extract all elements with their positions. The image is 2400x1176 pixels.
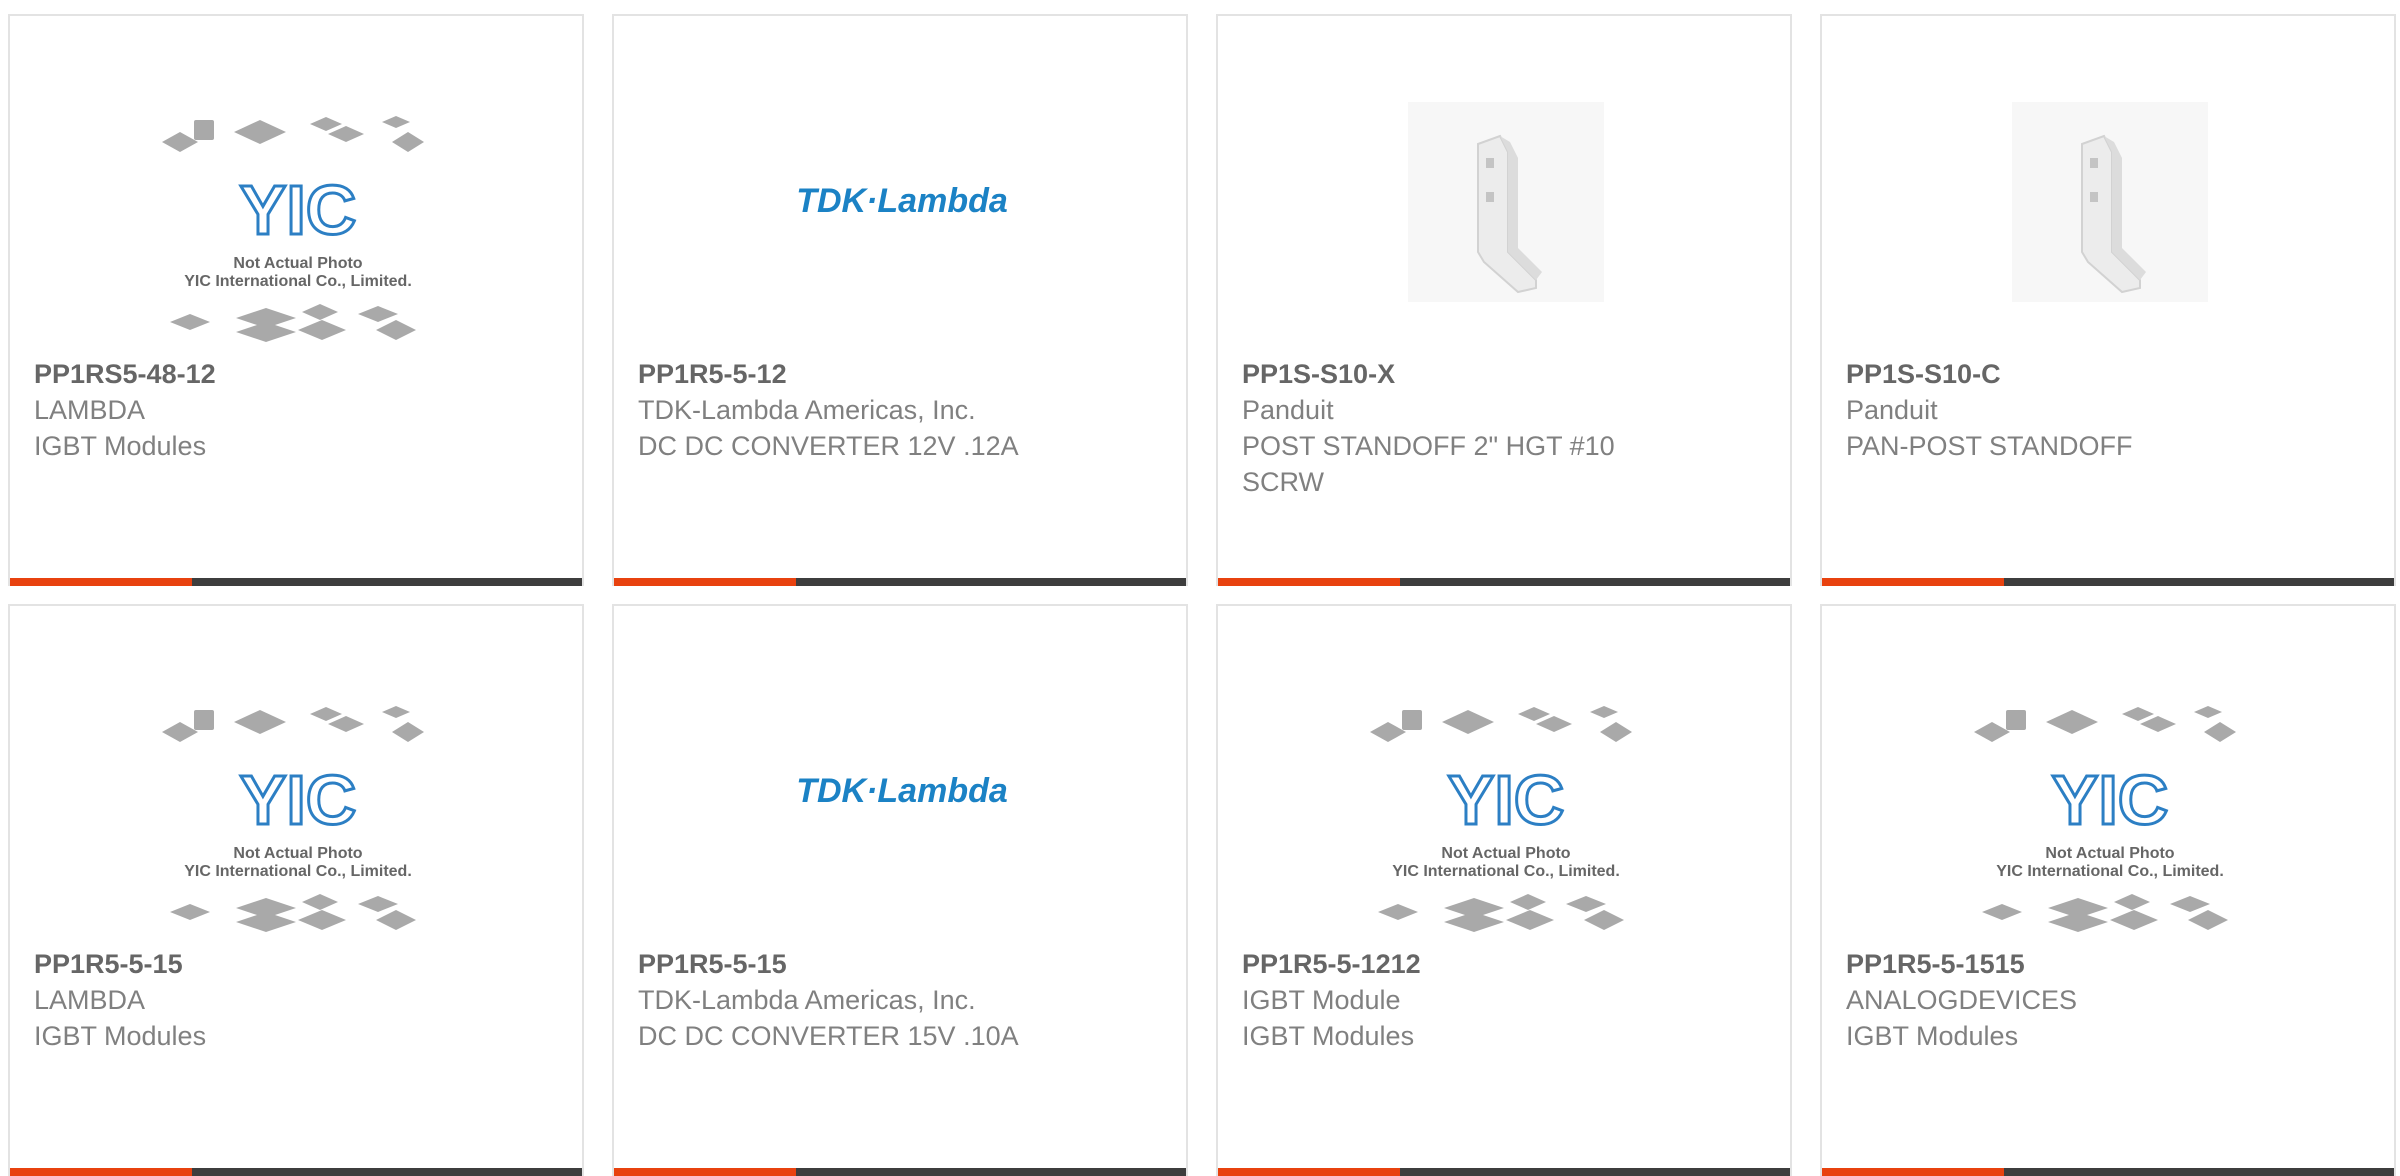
card-accent-bar xyxy=(614,1168,796,1176)
product-card[interactable]: PP1S-S10-C Panduit PAN-POST STANDOFF xyxy=(1820,14,2396,586)
product-image[interactable]: TDK·Lambda xyxy=(614,62,1186,362)
product-image[interactable]: YIC Not Actual Photo YIC International C… xyxy=(10,652,582,952)
product-card[interactable]: YIC Not Actual Photo YIC International C… xyxy=(1820,604,2396,1176)
part-number-link[interactable]: PP1RS5-48-12 xyxy=(34,356,534,392)
svg-text:TDK·Lambda: TDK·Lambda xyxy=(796,772,1008,810)
product-info: PP1R5-5-15 TDK-Lambda Americas, Inc. DC … xyxy=(638,946,1138,1054)
description-label: IGBT Modules xyxy=(34,1021,207,1051)
card-accent-bar xyxy=(10,578,192,586)
product-info: PP1S-S10-C Panduit PAN-POST STANDOFF xyxy=(1846,356,2346,464)
card-accent-bar xyxy=(1822,578,2004,586)
tdk-lambda-logo-image: TDK·Lambda xyxy=(796,182,1008,220)
svg-text:TDK·Lambda: TDK·Lambda xyxy=(796,182,1008,220)
product-card[interactable]: PP1S-S10-X Panduit POST STANDOFF 2" HGT … xyxy=(1216,14,1792,586)
product-info: PP1R5-5-15 LAMBDA IGBT Modules xyxy=(34,946,534,1054)
product-image[interactable]: YIC Not Actual Photo YIC International C… xyxy=(1218,652,1790,952)
svg-text:YIC International Co., Limited: YIC International Co., Limited. xyxy=(184,273,412,290)
description-label: IGBT Modules xyxy=(1846,1021,2019,1051)
svg-text:Not Actual Photo: Not Actual Photo xyxy=(233,255,362,272)
product-image[interactable]: TDK·Lambda xyxy=(614,652,1186,952)
product-image[interactable] xyxy=(1218,62,1790,362)
card-bottom-bar xyxy=(614,1168,1186,1176)
product-card[interactable]: TDK·Lambda PP1R5-5-15 TDK-Lambda America… xyxy=(612,604,1188,1176)
manufacturer-label: ANALOGDEVICES xyxy=(1846,985,2078,1015)
card-bottom-bar xyxy=(10,1168,582,1176)
product-info: PP1R5-5-1212 IGBT Module IGBT Modules xyxy=(1242,946,1742,1054)
product-info: PP1RS5-48-12 LAMBDA IGBT Modules xyxy=(34,356,534,464)
card-bottom-bar xyxy=(1218,578,1790,586)
yic-placeholder-image: YIC Not Actual Photo YIC International C… xyxy=(162,706,424,932)
part-number-link[interactable]: PP1R5-5-12 xyxy=(638,356,1138,392)
part-number-link[interactable]: PP1R5-5-1212 xyxy=(1242,946,1742,982)
manufacturer-label: Panduit xyxy=(1846,395,1938,425)
svg-text:YIC: YIC xyxy=(1448,761,1565,839)
card-accent-bar xyxy=(1218,1168,1400,1176)
svg-text:YIC: YIC xyxy=(2052,761,2169,839)
card-accent-bar xyxy=(10,1168,192,1176)
product-image[interactable] xyxy=(1822,62,2394,362)
description-label: PAN-POST STANDOFF xyxy=(1846,431,2133,461)
manufacturer-label: Panduit xyxy=(1242,395,1334,425)
product-image[interactable]: YIC Not Actual Photo YIC International C… xyxy=(1822,652,2394,952)
product-info: PP1S-S10-X Panduit POST STANDOFF 2" HGT … xyxy=(1242,356,1742,500)
description-label: POST STANDOFF 2" HGT #10 SCRW xyxy=(1242,431,1615,497)
product-info: PP1R5-5-12 TDK-Lambda Americas, Inc. DC … xyxy=(638,356,1138,464)
svg-text:Not Actual Photo: Not Actual Photo xyxy=(233,845,362,862)
standoff-bracket-photo xyxy=(1408,102,1604,302)
product-card[interactable]: YIC Not Actual Photo YIC International C… xyxy=(8,604,584,1176)
yic-placeholder-image: YIC Not Actual Photo YIC International C… xyxy=(1974,706,2236,932)
card-bottom-bar xyxy=(1822,1168,2394,1176)
part-number-link[interactable]: PP1S-S10-X xyxy=(1242,356,1742,392)
part-number-link[interactable]: PP1R5-5-1515 xyxy=(1846,946,2346,982)
product-grid: YIC Not Actual Photo YIC International C… xyxy=(0,0,2400,1176)
product-card[interactable]: YIC Not Actual Photo YIC International C… xyxy=(8,14,584,586)
card-bottom-bar xyxy=(614,578,1186,586)
part-number-link[interactable]: PP1R5-5-15 xyxy=(34,946,534,982)
manufacturer-label: LAMBDA xyxy=(34,985,146,1015)
card-bottom-bar xyxy=(10,578,582,586)
description-label: IGBT Modules xyxy=(1242,1021,1415,1051)
description-label: IGBT Modules xyxy=(34,431,207,461)
manufacturer-label: TDK-Lambda Americas, Inc. xyxy=(638,395,976,425)
product-image[interactable]: YIC Not Actual Photo YIC International C… xyxy=(10,62,582,362)
yic-placeholder-image: YIC Not Actual Photo YIC International C… xyxy=(1370,706,1632,932)
tdk-lambda-logo-image: TDK·Lambda xyxy=(796,772,1008,810)
product-card[interactable]: YIC Not Actual Photo YIC International C… xyxy=(1216,604,1792,1176)
manufacturer-label: TDK-Lambda Americas, Inc. xyxy=(638,985,976,1015)
description-label: DC DC CONVERTER 12V .12A xyxy=(638,431,1019,461)
yic-placeholder-image: YIC Not Actual Photo YIC International C… xyxy=(162,116,424,342)
product-card[interactable]: TDK·Lambda PP1R5-5-12 TDK-Lambda America… xyxy=(612,14,1188,586)
card-accent-bar xyxy=(1822,1168,2004,1176)
part-number-link[interactable]: PP1R5-5-15 xyxy=(638,946,1138,982)
card-bottom-bar xyxy=(1218,1168,1790,1176)
svg-text:Not Actual Photo: Not Actual Photo xyxy=(1441,845,1570,862)
standoff-bracket-photo xyxy=(2012,102,2208,302)
svg-text:YIC: YIC xyxy=(240,171,357,249)
svg-text:Not Actual Photo: Not Actual Photo xyxy=(2045,845,2174,862)
svg-text:YIC International Co., Limited: YIC International Co., Limited. xyxy=(184,863,412,880)
svg-text:YIC International Co., Limited: YIC International Co., Limited. xyxy=(1996,863,2224,880)
card-accent-bar xyxy=(614,578,796,586)
description-label: DC DC CONVERTER 15V .10A xyxy=(638,1021,1019,1051)
card-bottom-bar xyxy=(1822,578,2394,586)
manufacturer-label: IGBT Module xyxy=(1242,985,1401,1015)
part-number-link[interactable]: PP1S-S10-C xyxy=(1846,356,2346,392)
card-accent-bar xyxy=(1218,578,1400,586)
svg-text:YIC: YIC xyxy=(240,761,357,839)
svg-text:YIC International Co., Limited: YIC International Co., Limited. xyxy=(1392,863,1620,880)
product-info: PP1R5-5-1515 ANALOGDEVICES IGBT Modules xyxy=(1846,946,2346,1054)
manufacturer-label: LAMBDA xyxy=(34,395,146,425)
